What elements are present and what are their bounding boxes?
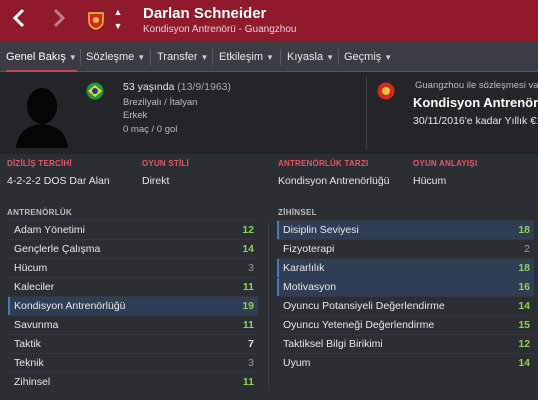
contract-header: Guangzhou ile sözleşmesi var (415, 80, 538, 91)
attribute-label: Taktiksel Bilgi Birikimi (283, 338, 383, 350)
attribute-label: Motivasyon (283, 281, 337, 293)
chevron-down-icon: ▼ (384, 53, 393, 62)
attribute-label: Gençlerle Çalışma (14, 243, 101, 255)
attribute-row[interactable]: Teknik 3 (8, 353, 258, 372)
attribute-value: 18 (518, 262, 530, 274)
match-stats: 0 maç / 0 gol (123, 124, 178, 135)
chevron-down-icon: ▼ (266, 53, 274, 62)
chevron-down-icon: ▼ (68, 53, 77, 62)
nationality: Brezilyalı / İtalyan (123, 97, 198, 108)
tab-transfer[interactable]: Transfer ▼ (157, 42, 208, 72)
attribute-row[interactable]: Savunma 11 (8, 315, 258, 334)
attribute-row[interactable]: Kaleciler 11 (8, 277, 258, 296)
attribute-label: Oyuncu Yeteneği Değerlendirme (283, 319, 435, 331)
chevron-down-icon: ▼ (137, 53, 146, 62)
mental-section-title: ZİHİNSEL (278, 208, 317, 217)
approach-value: Hücum (413, 175, 447, 187)
attribute-value: 18 (518, 224, 530, 236)
attribute-row[interactable]: Disiplin Seviyesi 18 (277, 220, 534, 239)
chevron-down-icon: ▼ (326, 53, 334, 62)
divider (366, 76, 367, 150)
attribute-row[interactable]: Hücum 3 (8, 258, 258, 277)
attribute-label: Kaleciler (14, 281, 55, 293)
divider (268, 222, 269, 390)
attribute-value: 19 (242, 300, 254, 312)
attribute-row[interactable]: Zihinsel 11 (8, 372, 258, 391)
approach-label: OYUN ANLAYIŞI (413, 159, 478, 168)
formation-label: DİZİLİŞ TERCİHİ (7, 159, 72, 168)
staff-role-club: Kondisyon Antrenörü - Guangzhou (143, 24, 297, 35)
attribute-value: 11 (242, 376, 254, 388)
attribute-value: 14 (518, 357, 530, 369)
attribute-value: 7 (248, 338, 254, 350)
attribute-label: Kondisyon Antrenörlüğü (14, 300, 126, 312)
attribute-label: Kararlılık (283, 262, 325, 274)
attribute-label: Savunma (14, 319, 59, 331)
attribute-row[interactable]: Oyuncu Potansiyeli Değerlendirme 14 (277, 296, 534, 315)
attribute-value: 11 (242, 281, 254, 293)
style-label: OYUN STİLİ (142, 159, 189, 168)
title-bar: ▲ ▼ Darlan Schneider Kondisyon Antrenörü… (0, 0, 538, 42)
attribute-value: 2 (524, 243, 530, 255)
coaching-style-value: Kondisyon Antrenörlüğü (278, 175, 390, 187)
forward-arrow-icon[interactable] (52, 8, 74, 34)
brazil-flag-icon[interactable] (86, 82, 104, 100)
contract-role[interactable]: Kondisyon Antrenörü (413, 95, 538, 110)
gender: Erkek (123, 110, 148, 121)
avatar (8, 80, 76, 148)
attribute-row[interactable]: Taktiksel Bilgi Birikimi 12 (277, 334, 534, 353)
profile-panel: 53 yaşında (13/9/1963) Brezilyalı / İtal… (0, 72, 538, 154)
chevron-down-icon: ▼ (200, 53, 209, 62)
attribute-value: 12 (518, 338, 530, 350)
attribute-row[interactable]: Motivasyon 16 (277, 277, 534, 296)
attribute-value: 3 (248, 357, 254, 369)
attribute-label: Teknik (14, 357, 44, 369)
coaching-section-title: ANTRENÖRLÜK (7, 208, 73, 217)
attribute-value: 15 (518, 319, 530, 331)
staff-name: Darlan Schneider (143, 5, 267, 22)
prev-next-staff: ▲ ▼ (112, 6, 124, 36)
back-arrow-icon[interactable] (12, 8, 34, 34)
attribute-value: 14 (518, 300, 530, 312)
tab-history[interactable]: Geçmiş ▼ (344, 42, 392, 72)
coaching-style-label: ANTRENÖRLÜK TARZI (278, 159, 369, 168)
attribute-row[interactable]: Oyuncu Yeteneği Değerlendirme 15 (277, 315, 534, 334)
attribute-value: 11 (242, 319, 254, 331)
attribute-label: Taktik (14, 338, 41, 350)
attribute-value: 14 (242, 243, 254, 255)
attribute-label: Hücum (14, 262, 48, 274)
attribute-row[interactable]: Uyum 14 (277, 353, 534, 372)
age-dob: 53 yaşında (13/9/1963) (123, 81, 232, 93)
tab-interaction[interactable]: Etkileşim ▼ (219, 42, 274, 72)
attribute-row[interactable]: Adam Yönetimi 12 (8, 220, 258, 239)
style-value: Direkt (142, 175, 170, 187)
attribute-label: Adam Yönetimi (14, 224, 86, 236)
attribute-value: 3 (248, 262, 254, 274)
attribute-label: Fizyoterapi (283, 243, 335, 255)
contract-expiry: 30/11/2016'e kadar Yıllık €1 (413, 115, 538, 127)
attribute-label: Uyum (283, 357, 311, 369)
chevron-up-icon[interactable]: ▲ (112, 6, 124, 20)
attribute-label: Oyuncu Potansiyeli Değerlendirme (283, 300, 445, 312)
attribute-row[interactable]: Gençlerle Çalışma 14 (8, 239, 258, 258)
preferences-bar: DİZİLİŞ TERCİHİ 4-2-2-2 DOS Dar Alan OYU… (0, 154, 538, 194)
club-crest-icon[interactable] (88, 12, 104, 30)
attribute-row[interactable]: Taktik 7 (8, 334, 258, 353)
tab-compare[interactable]: Kıyasla ▼ (287, 42, 334, 72)
formation-value: 4-2-2-2 DOS Dar Alan (7, 175, 110, 187)
club-badge-icon[interactable] (377, 82, 395, 100)
attribute-label: Zihinsel (14, 376, 51, 388)
attribute-row[interactable]: Fizyoterapi 2 (277, 239, 534, 258)
tab-bar: Genel Bakış ▼ Sözleşme ▼ Transfer ▼ Etkileş… (0, 42, 538, 72)
tab-overview[interactable]: Genel Bakış ▼ (6, 42, 77, 72)
tab-contract[interactable]: Sözleşme ▼ (86, 42, 145, 72)
chevron-down-icon[interactable]: ▼ (112, 20, 124, 34)
attribute-row[interactable]: Kondisyon Antrenörlüğü 19 (8, 296, 258, 315)
attribute-value: 12 (242, 224, 254, 236)
attribute-label: Disiplin Seviyesi (283, 224, 359, 236)
attribute-row[interactable]: Kararlılık 18 (277, 258, 534, 277)
attribute-value: 16 (518, 281, 530, 293)
